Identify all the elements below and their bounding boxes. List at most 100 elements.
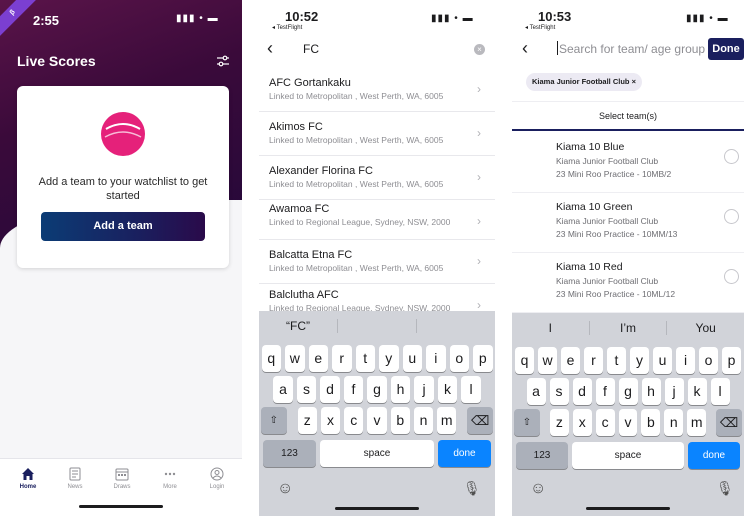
key[interactable]: s (549, 378, 569, 405)
space-key[interactable]: space (320, 440, 434, 467)
suggestion[interactable]: I (512, 313, 589, 343)
search-input[interactable]: Search for team/ age group (556, 41, 705, 56)
key[interactable]: y (630, 347, 649, 374)
key[interactable]: x (572, 409, 592, 436)
selected-club-chip[interactable]: Kiama Junior Football Club × (526, 73, 642, 91)
back-to-testflight[interactable]: ◂ TestFlight (272, 24, 302, 31)
key[interactable]: k (687, 378, 707, 405)
key[interactable]: k (437, 376, 458, 403)
suggestion[interactable]: “FC” (259, 311, 337, 341)
key[interactable]: p (722, 347, 741, 374)
key[interactable]: n (413, 407, 434, 434)
emoji-icon[interactable]: ☺ (277, 480, 293, 498)
key[interactable]: o (699, 347, 718, 374)
search-input[interactable]: FC (303, 42, 319, 56)
key[interactable]: t (607, 347, 626, 374)
key[interactable]: c (344, 407, 364, 434)
key[interactable]: z (297, 407, 317, 434)
key[interactable]: f (343, 376, 364, 403)
key[interactable]: b (641, 409, 661, 436)
key[interactable]: r (584, 347, 603, 374)
list-item[interactable]: AFC Gortankaku Linked to Metropolitan , … (259, 68, 495, 112)
emoji-icon[interactable]: ☺ (530, 480, 546, 498)
key[interactable]: f (595, 378, 615, 405)
key[interactable]: c (595, 409, 615, 436)
key[interactable]: p (473, 345, 493, 372)
key[interactable]: x (320, 407, 341, 434)
tab-more[interactable]: More (150, 465, 190, 490)
team-row[interactable]: Kiama 10 Blue Kiama Junior Football Club… (512, 133, 744, 193)
list-item[interactable]: Akimos FC Linked to Metropolitan , West … (259, 112, 495, 156)
space-key[interactable]: space (572, 442, 684, 469)
back-chevron-icon[interactable]: ‹ (522, 39, 528, 57)
key[interactable]: g (618, 378, 638, 405)
key[interactable]: i (676, 347, 695, 374)
key[interactable]: d (320, 376, 340, 403)
key[interactable]: b (390, 407, 410, 434)
key[interactable]: r (332, 345, 352, 372)
team-row[interactable]: Kiama 10 Green Kiama Junior Football Clu… (512, 193, 744, 253)
key[interactable]: a (273, 376, 293, 403)
key[interactable]: v (618, 409, 638, 436)
tab-draws[interactable]: Draws (102, 465, 142, 490)
suggestion[interactable]: You (667, 313, 744, 343)
key[interactable]: o (449, 345, 469, 372)
numbers-key[interactable]: 123 (263, 440, 316, 467)
key[interactable]: q (515, 347, 534, 374)
tab-login[interactable]: Login (197, 465, 237, 490)
key[interactable]: n (664, 409, 684, 436)
back-chevron-icon[interactable]: ‹ (267, 39, 281, 57)
key[interactable]: u (653, 347, 672, 374)
key[interactable]: d (572, 378, 592, 405)
key[interactable]: z (549, 409, 569, 436)
microphone-icon[interactable]: 🎙 (716, 480, 734, 497)
done-key[interactable]: done (688, 442, 740, 469)
team-row[interactable]: Kiama 10 Red Kiama Junior Football Club … (512, 253, 744, 313)
add-team-button[interactable]: Add a team (41, 212, 205, 241)
select-radio[interactable] (724, 149, 739, 164)
select-radio[interactable] (724, 209, 739, 224)
done-key[interactable]: done (438, 440, 491, 467)
suggestion[interactable] (417, 311, 495, 341)
key[interactable]: e (308, 345, 328, 372)
tab-news[interactable]: News (55, 465, 95, 490)
list-item[interactable]: Balcatta Etna FC Linked to Metropolitan … (259, 240, 495, 284)
key[interactable]: m (687, 409, 707, 436)
chevron-right-icon: › (477, 214, 481, 228)
key[interactable]: h (390, 376, 411, 403)
shift-key[interactable]: ⇧ (514, 409, 540, 436)
key[interactable]: l (461, 376, 481, 403)
key[interactable]: w (285, 345, 305, 372)
key[interactable]: w (538, 347, 557, 374)
key[interactable]: j (664, 378, 684, 405)
done-button[interactable]: Done (708, 38, 744, 60)
key[interactable]: e (561, 347, 580, 374)
list-item[interactable]: Alexander Florina FC Linked to Metropoli… (259, 156, 495, 200)
key[interactable]: g (367, 376, 387, 403)
key[interactable]: t (355, 345, 375, 372)
numbers-key[interactable]: 123 (516, 442, 568, 469)
key[interactable]: l (710, 378, 730, 405)
list-item[interactable]: Awamoa FC Linked to Regional League, Syd… (259, 200, 495, 240)
suggestion[interactable] (338, 311, 416, 341)
key[interactable]: h (641, 378, 661, 405)
microphone-icon[interactable]: 🎙 (463, 480, 481, 497)
key[interactable]: v (367, 407, 387, 434)
key[interactable]: q (261, 345, 281, 372)
key[interactable]: m (437, 407, 457, 434)
tab-home[interactable]: Home (8, 465, 48, 490)
key[interactable]: u (402, 345, 422, 372)
key[interactable]: i (426, 345, 446, 372)
shift-key[interactable]: ⇧ (261, 407, 287, 434)
clear-search-icon[interactable]: × (474, 44, 485, 55)
key[interactable]: y (379, 345, 399, 372)
delete-key[interactable]: ⌫ (467, 407, 493, 434)
suggestion[interactable]: I’m (590, 313, 667, 343)
key[interactable]: s (296, 376, 317, 403)
select-radio[interactable] (724, 269, 739, 284)
key[interactable]: j (414, 376, 434, 403)
filter-icon[interactable] (216, 55, 230, 67)
delete-key[interactable]: ⌫ (716, 409, 742, 436)
key[interactable]: a (526, 378, 546, 405)
back-to-testflight[interactable]: ◂ TestFlight (525, 24, 555, 31)
